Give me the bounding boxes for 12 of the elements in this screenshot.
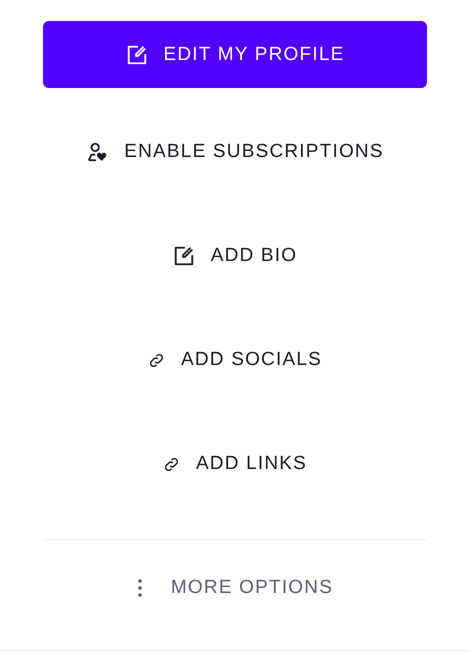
user-heart-icon — [86, 141, 108, 163]
more-icon — [136, 578, 143, 598]
edit-icon — [172, 245, 195, 267]
action-button[interactable]: ADD LINKS — [154, 444, 316, 484]
action-button[interactable]: ADD BIO — [164, 236, 306, 276]
edit-icon — [126, 44, 148, 66]
link-icon — [162, 456, 180, 472]
link-icon — [148, 352, 166, 368]
more-options-button[interactable]: MORE OPTIONS — [128, 568, 342, 608]
action-button[interactable]: ENABLE SUBSCRIPTIONS — [78, 132, 392, 172]
action-button[interactable]: ADD SOCIALS — [140, 340, 330, 380]
primary-button[interactable]: EDIT MY PROFILE — [43, 21, 427, 88]
